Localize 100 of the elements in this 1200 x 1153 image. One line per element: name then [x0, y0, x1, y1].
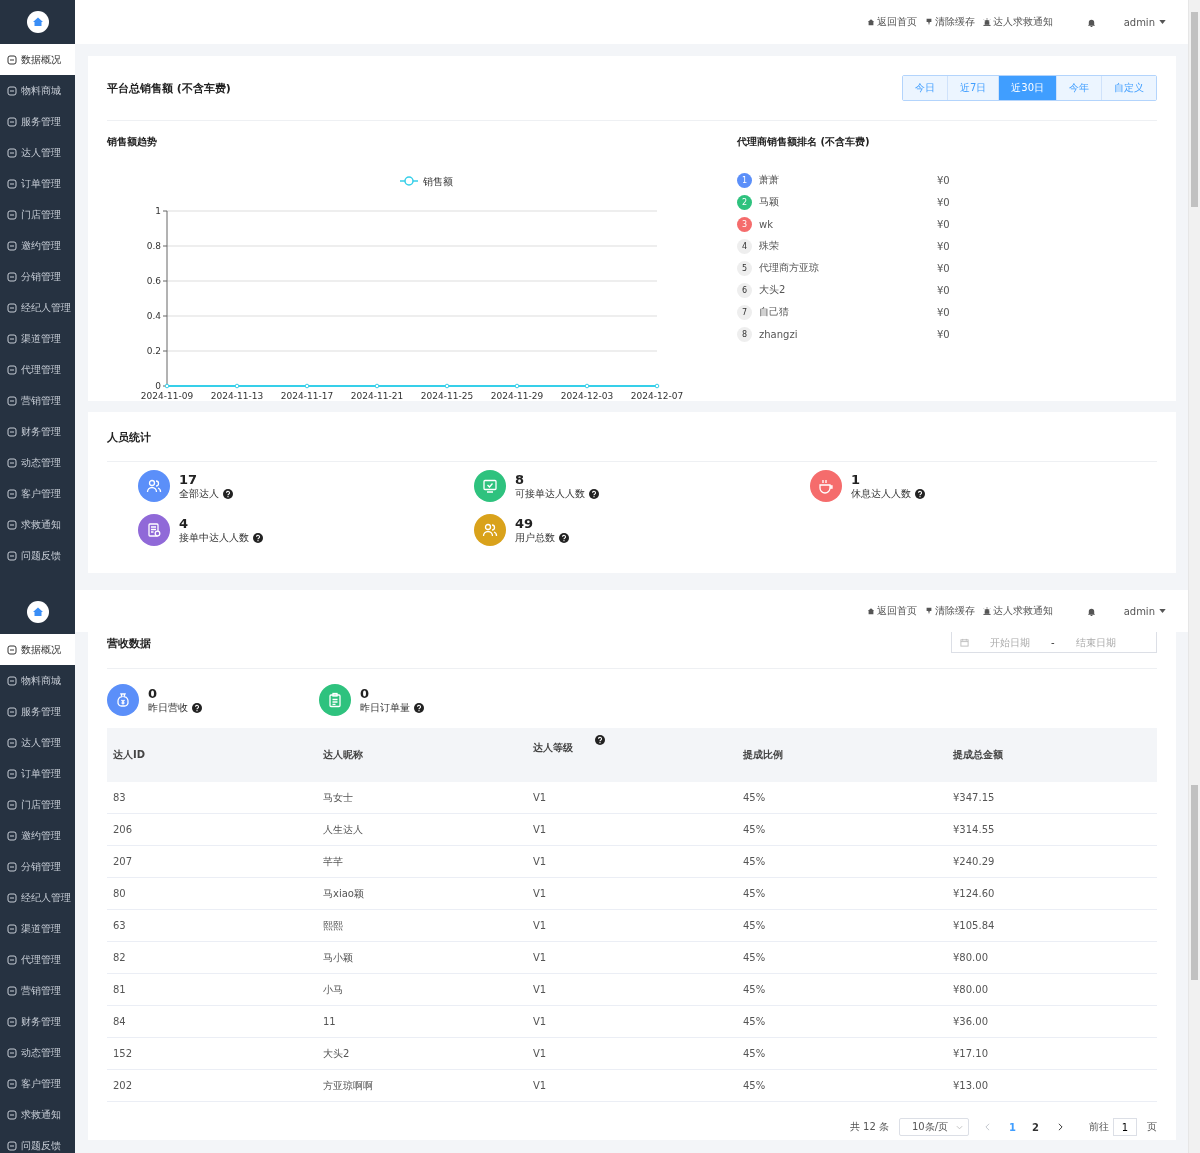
- help-icon[interactable]: [559, 532, 569, 543]
- help-icon[interactable]: [589, 488, 599, 499]
- stat-value: 4: [179, 515, 190, 531]
- square-icon: [7, 799, 17, 810]
- help-icon[interactable]: [192, 702, 202, 713]
- sidebar-item[interactable]: 渠道管理: [0, 913, 75, 944]
- sidebar-item[interactable]: 动态管理: [0, 1037, 75, 1068]
- agent-name: zhangzi: [759, 328, 799, 340]
- x-tick-label: 2024-12-07: [630, 391, 684, 401]
- square-icon: [7, 892, 17, 903]
- sidebar-item[interactable]: 经纪人管理: [0, 882, 75, 913]
- help-icon[interactable]: [223, 488, 233, 499]
- sidebar-item[interactable]: 分销管理: [0, 261, 75, 292]
- sidebar-item[interactable]: 分销管理: [0, 851, 75, 882]
- sidebar-item[interactable]: 渠道管理: [0, 323, 75, 354]
- sidebar-item[interactable]: 物料商城: [0, 75, 75, 106]
- sidebar-item[interactable]: 财务管理: [0, 416, 75, 447]
- user-menu[interactable]: admin: [1123, 605, 1166, 617]
- header-link[interactable]: 达人求救通知: [982, 604, 1053, 618]
- help-icon[interactable]: [915, 488, 925, 499]
- table-cell: ¥80.00: [947, 941, 1157, 974]
- square-icon: [7, 1047, 17, 1058]
- square-icon: [7, 923, 17, 934]
- sidebar-item[interactable]: 订单管理: [0, 758, 75, 789]
- page-input[interactable]: 1: [1113, 1118, 1137, 1136]
- sidebar-item[interactable]: 营销管理: [0, 385, 75, 416]
- sidebar-item[interactable]: 订单管理: [0, 168, 75, 199]
- table-cell: 152: [107, 1037, 317, 1070]
- date-range-picker[interactable]: 开始日期 - 结束日期: [951, 632, 1157, 653]
- sidebar-item[interactable]: 客户管理: [0, 1068, 75, 1099]
- sidebar-item[interactable]: 代理管理: [0, 944, 75, 975]
- sidebar-item[interactable]: 问题反馈: [0, 1130, 75, 1153]
- user-menu[interactable]: admin: [1123, 16, 1166, 28]
- data-point: [304, 383, 310, 389]
- sidebar-item[interactable]: 邀约管理: [0, 230, 75, 261]
- data-point: [514, 383, 520, 389]
- sidebar-item[interactable]: 营销管理: [0, 975, 75, 1006]
- help-icon[interactable]: [253, 532, 263, 543]
- chart-legend[interactable]: 销售额: [399, 176, 453, 187]
- sidebar-item[interactable]: 物料商城: [0, 665, 75, 696]
- sidebar-item[interactable]: 服务管理: [0, 106, 75, 137]
- sidebar-item[interactable]: 代理管理: [0, 354, 75, 385]
- header-link[interactable]: 返回首页: [866, 15, 917, 29]
- square-icon: [7, 364, 17, 375]
- square-icon: [7, 116, 17, 127]
- sidebar-item[interactable]: 求救通知: [0, 509, 75, 540]
- table-cell: ¥80.00: [947, 973, 1157, 1006]
- sidebar-item[interactable]: 门店管理: [0, 789, 75, 820]
- bell-icon[interactable]: [1086, 606, 1096, 616]
- start-date-field[interactable]: 开始日期: [975, 636, 1045, 648]
- x-tick-label: 2024-11-09: [140, 391, 194, 401]
- sales-amount: ¥0: [937, 306, 950, 318]
- table-cell: V1: [527, 877, 737, 910]
- sidebar-item[interactable]: 问题反馈: [0, 540, 75, 571]
- rank-badge: 3: [737, 216, 752, 232]
- column-header: 提成比例: [737, 728, 947, 782]
- scrollbar[interactable]: [1188, 0, 1200, 590]
- header-link[interactable]: 清除缓存: [924, 15, 975, 29]
- home-logo-icon[interactable]: [26, 11, 49, 33]
- page-button[interactable]: 2: [1029, 1121, 1042, 1133]
- table-cell: 45%: [737, 877, 947, 910]
- help-icon[interactable]: [595, 735, 605, 745]
- chevron-right-icon[interactable]: [1058, 1123, 1063, 1131]
- sidebar-item[interactable]: 经纪人管理: [0, 292, 75, 323]
- agent-name: 马颖: [759, 195, 780, 209]
- table-cell: V1: [527, 782, 737, 814]
- table-cell: 81: [107, 973, 317, 1006]
- pin-icon: [924, 18, 933, 26]
- sidebar-item[interactable]: 服务管理: [0, 696, 75, 727]
- header-link[interactable]: 达人求救通知: [982, 15, 1053, 29]
- sales-amount: ¥0: [937, 218, 950, 230]
- agent-name: 代理商方亚琼: [759, 261, 820, 275]
- square-icon: [7, 147, 17, 158]
- help-icon[interactable]: [414, 702, 424, 713]
- sidebar-item[interactable]: 数据概况: [0, 44, 75, 75]
- sidebar-item[interactable]: 求救通知: [0, 1099, 75, 1130]
- sidebar-item[interactable]: 门店管理: [0, 199, 75, 230]
- sidebar-item[interactable]: 邀约管理: [0, 820, 75, 851]
- end-date-field[interactable]: 结束日期: [1060, 636, 1131, 648]
- y-tick-label: 0.6: [146, 276, 161, 286]
- header-link[interactable]: 清除缓存: [924, 604, 975, 618]
- home-logo-icon[interactable]: [26, 601, 49, 623]
- bell-icon[interactable]: [1086, 17, 1096, 27]
- sidebar-item[interactable]: 客户管理: [0, 478, 75, 509]
- chart-title: 销售额趋势: [107, 135, 158, 149]
- sidebar-item[interactable]: 达人管理: [0, 727, 75, 758]
- page-size-select[interactable]: 10条/页: [898, 1118, 970, 1136]
- header-link[interactable]: 返回首页: [866, 604, 917, 618]
- sidebar-item[interactable]: 达人管理: [0, 137, 75, 168]
- table-cell: 207: [107, 845, 317, 878]
- sidebar-item[interactable]: 数据概况: [0, 634, 75, 665]
- square-icon: [7, 488, 17, 499]
- table-cell: 小马: [317, 973, 527, 1006]
- rank-badge: 2: [737, 194, 752, 210]
- sidebar-item[interactable]: 动态管理: [0, 447, 75, 478]
- scrollbar[interactable]: [1188, 590, 1200, 1153]
- table-cell: 83: [107, 782, 317, 814]
- rank-badge: 5: [737, 260, 752, 276]
- sidebar-item[interactable]: 财务管理: [0, 1006, 75, 1037]
- y-tick-label: 0.2: [146, 346, 161, 356]
